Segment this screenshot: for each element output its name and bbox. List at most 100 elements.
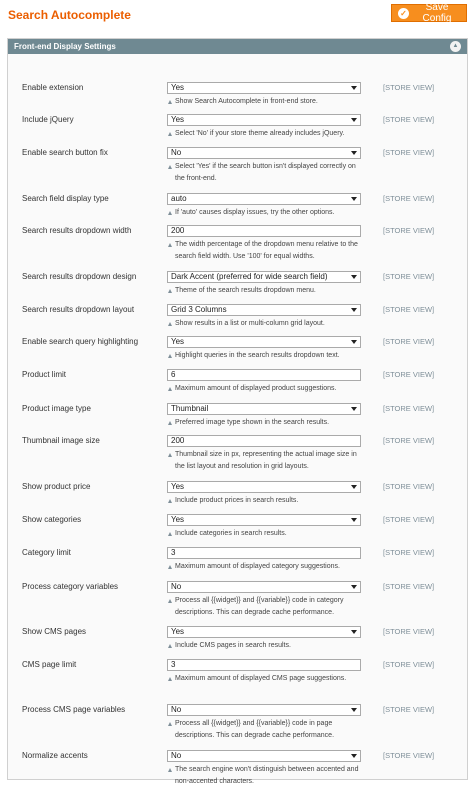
dropdown-arrow-icon	[351, 340, 357, 344]
setting-note: Maximum amount of displayed CMS page sug…	[167, 673, 367, 685]
section-header[interactable]: Front-end Display Settings ▲	[8, 39, 467, 54]
note-triangle-icon	[168, 243, 172, 247]
dropdown-arrow-icon	[351, 708, 357, 712]
note-triangle-icon	[168, 289, 172, 293]
control-value: Yes	[171, 115, 185, 124]
note-text: Select 'Yes' if the search button isn't …	[175, 163, 356, 182]
setting-note: Select 'Yes' if the search button isn't …	[167, 161, 367, 185]
control-value: Yes	[171, 83, 185, 92]
dropdown-arrow-icon	[351, 118, 357, 122]
control-value: 6	[171, 370, 176, 379]
scope-label: [STORE VIEW]	[383, 482, 435, 491]
settings-fieldset: Front-end Display Settings ▲ Enable exte…	[7, 38, 468, 785]
save-config-label: Save Config	[422, 2, 452, 24]
collapse-icon[interactable]: ▲	[450, 41, 461, 52]
note-text: Maximum amount of displayed category sug…	[175, 563, 340, 570]
dropdown-arrow-icon	[351, 275, 357, 279]
note-text: The search engine won't distinguish betw…	[175, 766, 359, 785]
scope-label: [STORE VIEW]	[383, 705, 435, 714]
show-categories-select[interactable]: Yes	[167, 514, 361, 526]
control-value: 3	[171, 548, 176, 557]
search-results-dropdown-width-input[interactable]: 200	[167, 225, 361, 237]
category-limit-input[interactable]: 3	[167, 547, 361, 559]
enable-search-query-highlighting-select[interactable]: Yes	[167, 336, 361, 348]
process-category-variables-select[interactable]: No	[167, 581, 361, 593]
setting-label: Search field display type	[22, 194, 109, 203]
note-text: Process all {{widget}} and {{variable}} …	[175, 597, 344, 616]
process-cms-page-variables-select[interactable]: No	[167, 704, 361, 716]
note-text: Highlight queries in the search results …	[175, 352, 340, 359]
setting-note: Thumbnail size in px, representing the a…	[167, 449, 367, 473]
page-title: Search Autocomplete	[8, 8, 131, 22]
setting-note: Preferred image type shown in the search…	[167, 417, 367, 429]
search-results-dropdown-design-select[interactable]: Dark Accent (preferred for wide search f…	[167, 271, 361, 283]
dropdown-arrow-icon	[351, 518, 357, 522]
scope-label: [STORE VIEW]	[383, 404, 435, 413]
enable-search-button-fix-select[interactable]: No	[167, 147, 361, 159]
thumbnail-image-size-input[interactable]: 200	[167, 435, 361, 447]
cms-page-limit-input[interactable]: 3	[167, 659, 361, 671]
note-triangle-icon	[168, 499, 172, 503]
note-triangle-icon	[168, 421, 172, 425]
setting-note: Include categories in search results.	[167, 528, 367, 540]
note-triangle-icon	[168, 211, 172, 215]
note-triangle-icon	[168, 165, 172, 169]
setting-note: The search engine won't distinguish betw…	[167, 764, 367, 788]
note-text: Include product prices in search results…	[175, 497, 299, 504]
control-value: 200	[171, 436, 185, 445]
section-title: Front-end Display Settings	[14, 42, 116, 51]
setting-note: If 'auto' causes display issues, try the…	[167, 207, 367, 219]
control-value: Yes	[171, 482, 185, 491]
dropdown-arrow-icon	[351, 308, 357, 312]
dropdown-arrow-icon	[351, 151, 357, 155]
setting-label: Thumbnail image size	[22, 436, 100, 445]
save-config-button[interactable]: ✓ Save Config	[391, 2, 467, 24]
note-triangle-icon	[168, 644, 172, 648]
control-value: Thumbnail	[171, 404, 209, 413]
control-value: Yes	[171, 627, 185, 636]
normalize-accents-select[interactable]: No	[167, 750, 361, 762]
product-limit-input[interactable]: 6	[167, 369, 361, 381]
control-value: No	[171, 148, 182, 157]
setting-label: Include jQuery	[22, 115, 74, 124]
control-value: No	[171, 582, 182, 591]
control-value: 200	[171, 226, 185, 235]
note-text: Include CMS pages in search results.	[175, 642, 291, 649]
search-results-dropdown-layout-select[interactable]: Grid 3 Columns	[167, 304, 361, 316]
show-cms-pages-select[interactable]: Yes	[167, 626, 361, 638]
note-text: Theme of the search results dropdown men…	[175, 287, 316, 294]
note-triangle-icon	[168, 387, 172, 391]
scope-label: [STORE VIEW]	[383, 582, 435, 591]
note-text: Show Search Autocomplete in front-end st…	[175, 98, 318, 105]
scope-label: [STORE VIEW]	[383, 305, 435, 314]
setting-label: Show categories	[22, 515, 82, 524]
scope-label: [STORE VIEW]	[383, 83, 435, 92]
check-circle-icon: ✓	[398, 7, 409, 19]
setting-label: CMS page limit	[22, 660, 77, 669]
setting-label: Product limit	[22, 370, 67, 379]
scope-label: [STORE VIEW]	[383, 272, 435, 281]
product-image-type-select[interactable]: Thumbnail	[167, 403, 361, 415]
setting-label: Normalize accents	[22, 751, 88, 760]
include-jquery-select[interactable]: Yes	[167, 114, 361, 126]
setting-label: Enable extension	[22, 83, 84, 92]
note-text: Include categories in search results.	[175, 530, 287, 537]
setting-note: Maximum amount of displayed product sugg…	[167, 383, 367, 395]
enable-extension-select[interactable]: Yes	[167, 82, 361, 94]
control-value: Dark Accent (preferred for wide search f…	[171, 272, 328, 281]
scope-label: [STORE VIEW]	[383, 226, 435, 235]
setting-label: Enable search button fix	[22, 148, 108, 157]
setting-label: Enable search query highlighting	[22, 337, 139, 346]
setting-note: The width percentage of the dropdown men…	[167, 239, 367, 263]
show-product-price-select[interactable]: Yes	[167, 481, 361, 493]
setting-note: Maximum amount of displayed category sug…	[167, 561, 367, 573]
note-triangle-icon	[168, 532, 172, 536]
note-text: Show results in a list or multi-column g…	[175, 320, 325, 327]
scope-label: [STORE VIEW]	[383, 627, 435, 636]
control-value: Yes	[171, 515, 185, 524]
search-field-display-type-select[interactable]: auto	[167, 193, 361, 205]
scope-label: [STORE VIEW]	[383, 370, 435, 379]
dropdown-arrow-icon	[351, 630, 357, 634]
setting-label: Show product price	[22, 482, 91, 491]
dropdown-arrow-icon	[351, 585, 357, 589]
